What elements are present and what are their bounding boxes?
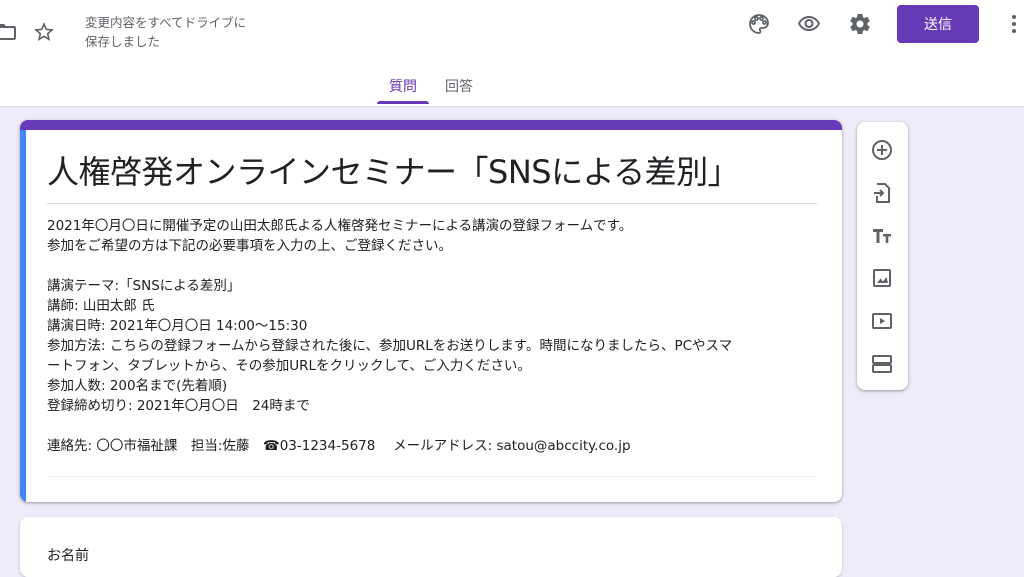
gear-icon[interactable]	[842, 6, 878, 42]
desc-line: 参加をご希望の方は下記の必要事項を入力の上、ご登録ください。	[47, 238, 452, 254]
description-underline	[47, 476, 817, 477]
form-title[interactable]: 人権啓発オンラインセミナー「SNSによる差別」	[47, 150, 817, 194]
question-card[interactable]: お名前	[20, 517, 842, 577]
question-title[interactable]: お名前	[47, 545, 89, 565]
title-divider	[47, 203, 817, 204]
active-tab-indicator	[377, 101, 429, 104]
desc-line: ートフォン、タブレットから、その参加URLをクリックして、ご入力ください。	[47, 358, 531, 374]
desc-line: 参加人数: 200名まで(先着順)	[47, 378, 228, 394]
desc-line: 参加方法: こちらの登録フォームから登録された後に、参加URLをお送りします。時…	[47, 338, 733, 354]
desc-line: 連絡先: 〇〇市福祉課 担当:佐藤 ☎03-1234-5678 メールアドレス:…	[47, 438, 631, 454]
add-question-icon[interactable]	[866, 134, 898, 166]
desc-line: 講演テーマ:「SNSによる差別」	[47, 278, 241, 294]
send-button[interactable]: 送信	[897, 5, 979, 43]
form-header-card[interactable]: 人権啓発オンラインセミナー「SNSによる差別」 2021年〇月〇日に開催予定の山…	[20, 120, 842, 502]
top-app-bar: 変更内容をすべてドライブに 保存しました 送信 質問 回答	[0, 0, 1024, 107]
desc-line: 講演日時: 2021年〇月〇日 14:00～15:30	[47, 318, 308, 334]
desc-spacer	[47, 416, 819, 436]
folder-icon[interactable]	[0, 14, 24, 50]
add-video-icon[interactable]	[866, 305, 898, 337]
form-description[interactable]: 2021年〇月〇日に開催予定の山田太郎氏よる人権啓発セミナーによる講演の登録フォ…	[47, 216, 819, 456]
add-section-icon[interactable]	[866, 348, 898, 380]
desc-line: 2021年〇月〇日に開催予定の山田太郎氏よる人権啓発セミナーによる講演の登録フォ…	[47, 218, 633, 234]
add-image-icon[interactable]	[866, 262, 898, 294]
desc-line: 講師: 山田太郎 氏	[47, 298, 155, 314]
tab-questions[interactable]: 質問	[389, 76, 417, 96]
floating-toolbar	[857, 122, 908, 390]
add-title-icon[interactable]	[866, 220, 898, 252]
card-accent-bar	[20, 120, 842, 130]
desc-spacer	[47, 256, 819, 276]
star-icon[interactable]	[26, 14, 62, 50]
eye-icon[interactable]	[791, 6, 827, 42]
save-status: 変更内容をすべてドライブに 保存しました	[85, 15, 247, 49]
tab-responses[interactable]: 回答	[445, 76, 473, 96]
more-vert-icon[interactable]	[996, 6, 1024, 42]
active-section-indicator	[20, 130, 26, 502]
import-questions-icon[interactable]	[866, 177, 898, 209]
palette-icon[interactable]	[741, 6, 777, 42]
desc-line: 登録締め切り: 2021年〇月〇日 24時まで	[47, 398, 310, 414]
